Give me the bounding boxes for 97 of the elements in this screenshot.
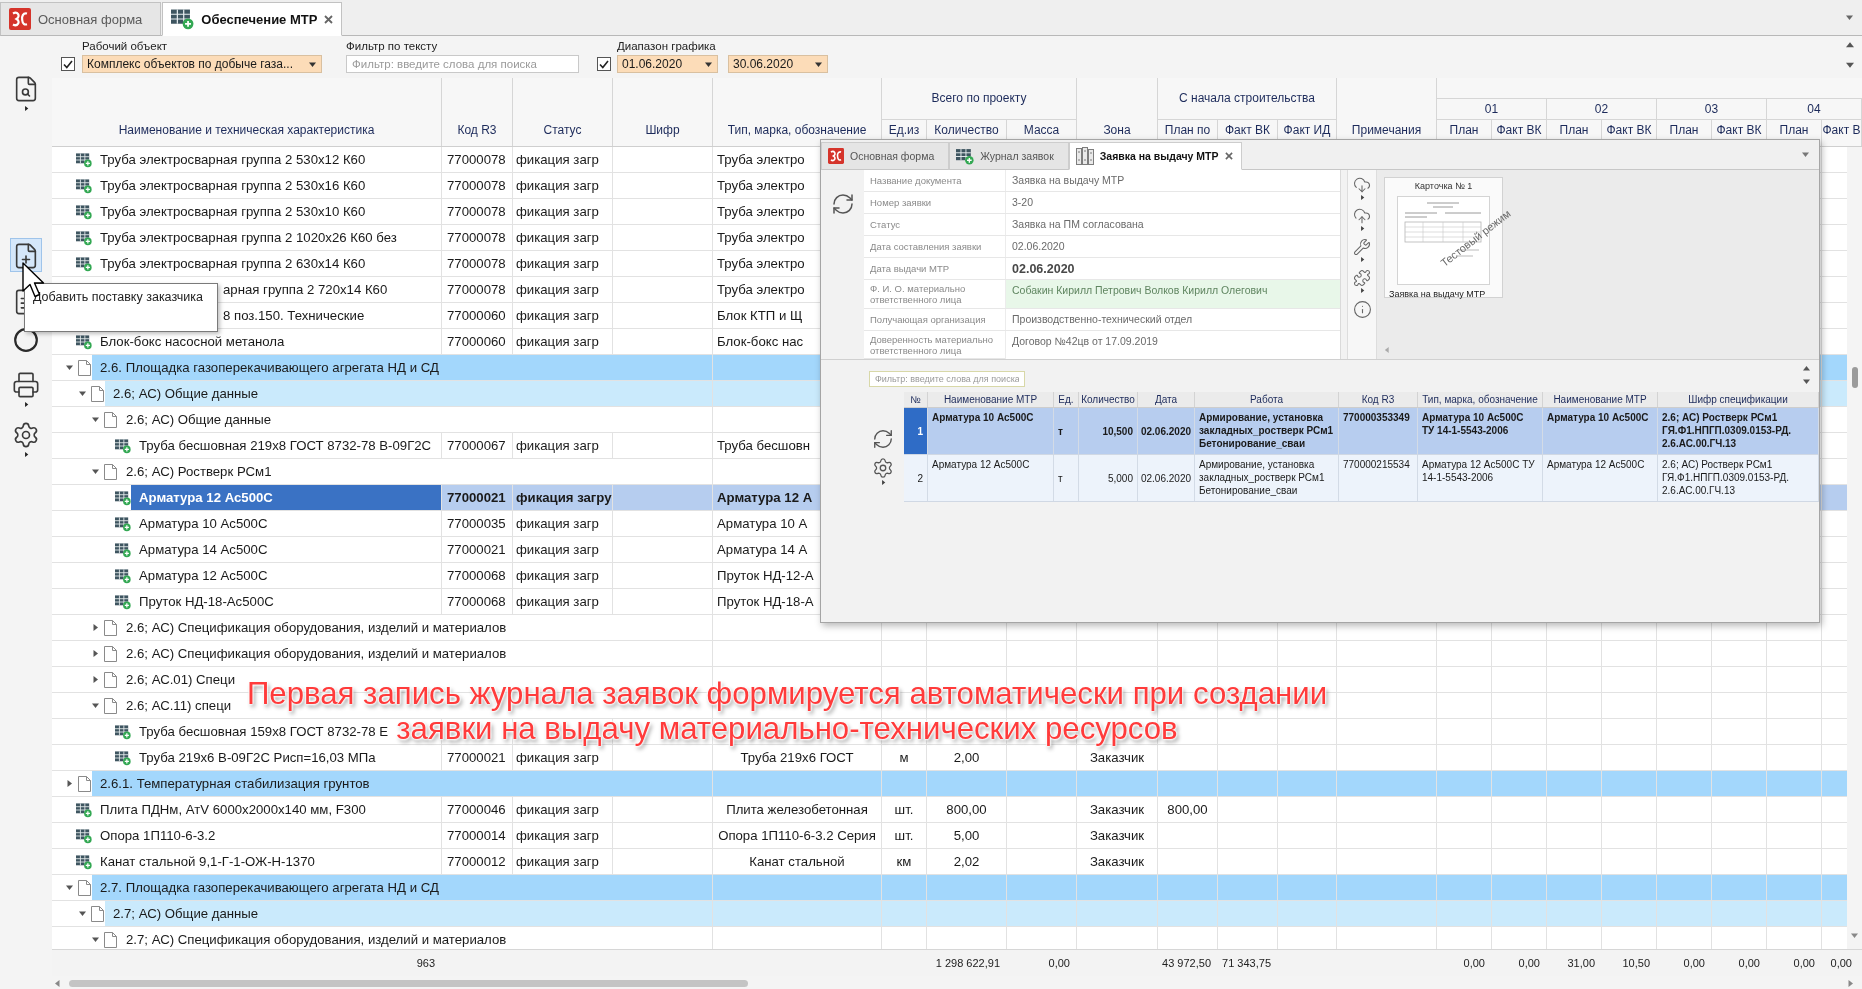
table-cell: фикация загр [513, 225, 613, 250]
table-cell: фикация загр [513, 147, 613, 172]
table-cell: км [882, 849, 927, 874]
table-cell: 5,00 [927, 823, 1007, 848]
column-group-header: Всего по проекту [931, 92, 1027, 105]
table-cell: т [1054, 455, 1079, 501]
total-value: 0,00 [1683, 957, 1705, 969]
table-cell: 2,02 [927, 849, 1007, 874]
total-value: 10,50 [1622, 957, 1650, 969]
card-caption: Заявка на выдачу МТР [1389, 289, 1486, 299]
field-label: Фильтр по тексту [346, 39, 438, 53]
table-cell: Заказчик [1077, 797, 1158, 822]
table-cell: 1 [904, 408, 928, 454]
table-cell: Арматура 12 Ас500С [1543, 455, 1658, 501]
column-group-header: 03 [1704, 102, 1719, 116]
table-cell: 77000067 [442, 433, 513, 458]
table-cell: Арматура 12 Ас500С [928, 455, 1054, 501]
table-cell: Арматура 12 Ас500С ТУ 14-1-5543-2006 [1418, 455, 1543, 501]
total-value: 43 972,50 [1162, 957, 1211, 969]
card-title: Карточка № 1 [1414, 181, 1473, 192]
table-cell: фикация загр [513, 511, 613, 536]
table-cell: Арматура 10 Ас500С [1543, 408, 1658, 454]
column-group-header: 04 [1807, 102, 1821, 116]
table-cell: Заказчик [1077, 823, 1158, 848]
table-cell: Заказчик [1077, 745, 1158, 770]
table-cell: шт. [882, 797, 927, 822]
total-value: 0,00 [1793, 957, 1815, 969]
table-cell: 02.06.2020 [1138, 408, 1195, 454]
column-group-header: С начала строительства [1179, 92, 1315, 105]
total-value: 0,00 [1518, 957, 1540, 969]
table-cell: 77000014 [442, 823, 513, 848]
table-cell: 77000078 [442, 251, 513, 276]
total-value: 0,00 [1463, 957, 1485, 969]
table-cell: фикация загр [513, 537, 613, 562]
table-cell: 2 [904, 455, 928, 501]
table-cell: Канат стальной [713, 849, 882, 874]
total-value: 71 343,75 [1222, 957, 1271, 969]
column-group-header: 01 [1484, 102, 1499, 116]
table-cell: 77000021 [442, 745, 513, 770]
table-cell: 77000078 [442, 277, 513, 302]
table-cell: Арматура 10 Ас500С ТУ 14-1-5543-2006 [1418, 408, 1543, 454]
table-cell: Арматура 10 Ас500С [928, 408, 1054, 454]
table-cell: фикация загр [513, 589, 613, 614]
table-cell: 77000078 [442, 225, 513, 250]
table-cell: фикация загр [513, 849, 613, 874]
table-cell: т [1054, 408, 1079, 454]
table-cell: 77000021 [442, 485, 513, 510]
table-cell: 77000068 [442, 563, 513, 588]
table-cell: фикация загру [513, 485, 613, 510]
table-cell: 77000068 [442, 589, 513, 614]
total-value: 0,00 [1738, 957, 1760, 969]
table-cell: фикация загр [513, 173, 613, 198]
table-cell: 77000035 [442, 511, 513, 536]
table-cell: 2.6; АС) Ростверк РСм1 ГЯ.Ф1.НПГП.0309.0153-РД. 2.6.АС.00.ГЧ.13 [1658, 455, 1819, 501]
table-cell: 77000021 [442, 537, 513, 562]
table-cell: фикация загр [513, 277, 613, 302]
table-cell: фикация загр [513, 563, 613, 588]
table-cell: фикация загр [513, 199, 613, 224]
table-cell: фикация загр [513, 303, 613, 328]
table-cell: 77000060 [442, 329, 513, 354]
column-group-header: 02 [1594, 102, 1609, 116]
table-cell: 77000078 [442, 147, 513, 172]
table-cell: 77000060 [442, 303, 513, 328]
total-value: 0,00 [1048, 957, 1070, 969]
table-cell: фикация загр [513, 329, 613, 354]
table-cell: 02.06.2020 [1138, 455, 1195, 501]
table-cell: Армирование, установка закладных_ростверк РСм1 Бетонирование_сваи [1195, 455, 1339, 501]
table-cell: 77000012 [442, 849, 513, 874]
table-cell: Труба 219х6 ГОСТ [713, 745, 882, 770]
table-cell: 10,500 [1079, 408, 1138, 454]
total-value: 963 [416, 957, 435, 969]
table-cell: фикация загр [513, 433, 613, 458]
table-cell: фикация загр [513, 797, 613, 822]
table-cell: м [882, 745, 927, 770]
table-cell: 770000215534 [1339, 455, 1418, 501]
table-cell: 77000078 [442, 173, 513, 198]
total-value: 0,00 [1830, 957, 1852, 969]
table-cell: Плита железобетонная [713, 797, 882, 822]
table-cell: Опора 1П110-6-3.2 Серия [713, 823, 882, 848]
table-cell: фикация загр [513, 251, 613, 276]
field-label: Рабочий объект [82, 39, 168, 53]
field-label: Диапазон графика [617, 39, 716, 53]
table-cell: 2,00 [927, 745, 1007, 770]
table-cell: фикация загр [513, 823, 613, 848]
table-cell: Армирование, установка закладных_ростверк РСм1 Бетонирование_сваи [1195, 408, 1339, 454]
table-cell: 77000046 [442, 797, 513, 822]
table-cell: шт. [882, 823, 927, 848]
table-cell: 5,000 [1079, 455, 1138, 501]
table-cell: Заказчик [1077, 849, 1158, 874]
total-value: 31,00 [1567, 957, 1595, 969]
table-cell: 77000078 [442, 199, 513, 224]
table-cell: 800,00 [1158, 797, 1218, 822]
table-cell: 770000353349 [1339, 408, 1418, 454]
table-cell: фикация загр [513, 745, 613, 770]
total-value: 1 298 622,91 [935, 957, 1000, 969]
table-cell: 800,00 [927, 797, 1007, 822]
table-cell: 2.6; АС) Ростверк РСм1 ГЯ.Ф1.НПГП.0309.0153-РД. 2.6.АС.00.ГЧ.13 [1658, 408, 1819, 454]
